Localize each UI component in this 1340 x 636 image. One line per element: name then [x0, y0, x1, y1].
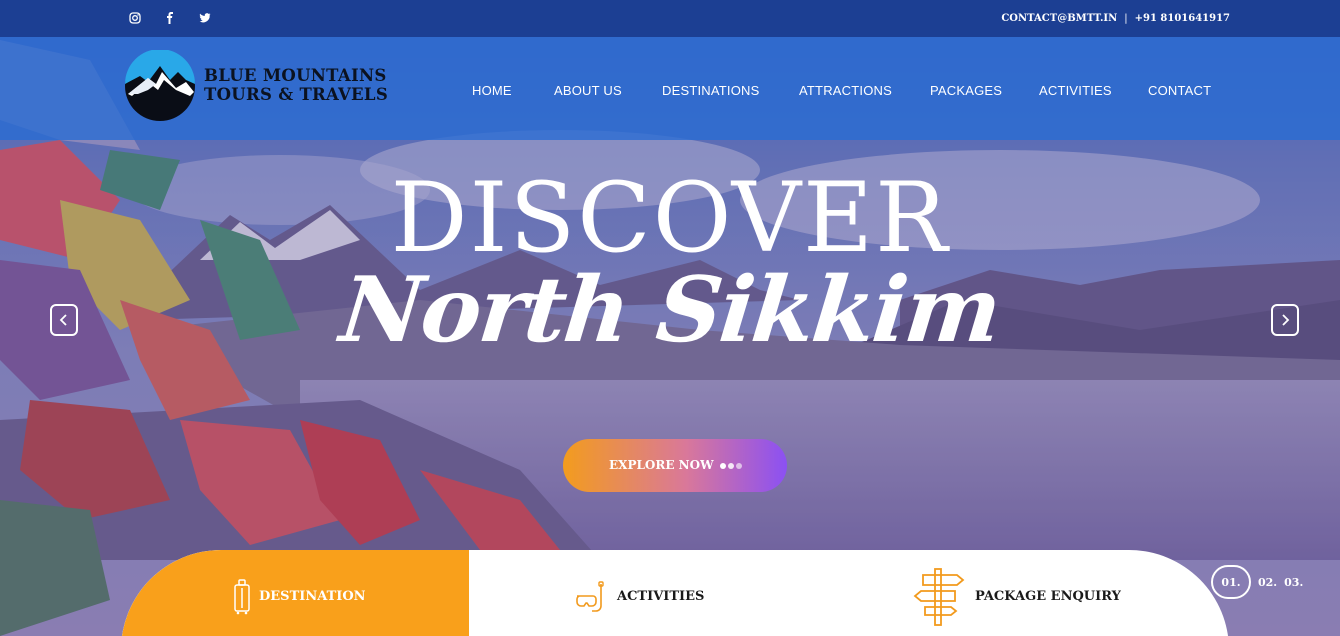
slide-counter: 01. 02. 03.	[1211, 565, 1303, 599]
instagram-icon[interactable]	[128, 11, 142, 25]
tab-package-enquiry[interactable]: PACKAGE ENQUIRY	[913, 550, 1143, 636]
slide-indicator-3[interactable]: 03.	[1284, 576, 1303, 589]
site-header: BLUE MOUNTAINS TOURS & TRAVELS HOME ABOU…	[0, 37, 1340, 140]
tab-destination[interactable]: DESTINATION	[121, 550, 469, 636]
nav-destinations[interactable]: DESTINATIONS	[662, 83, 760, 98]
feature-tabs: DESTINATION ACTIVITIES PACKAGE ENQUIRY	[121, 550, 1229, 636]
slide-indicator-current[interactable]: 01.	[1211, 565, 1251, 599]
slider-prev-button[interactable]	[50, 304, 78, 336]
tab-package-enquiry-label: PACKAGE ENQUIRY	[975, 589, 1121, 604]
nav-about-us[interactable]: ABOUT US	[554, 83, 622, 98]
site-logo[interactable]: BLUE MOUNTAINS TOURS & TRAVELS	[124, 50, 424, 124]
logo-line-1: BLUE MOUNTAINS	[204, 66, 387, 85]
contact-info: CONTACT@BMTT.IN | +91 8101641917	[1001, 13, 1230, 24]
slider-next-button[interactable]	[1271, 304, 1299, 336]
luggage-icon	[234, 579, 250, 615]
facebook-icon[interactable]	[163, 11, 177, 25]
mountain-logo-icon	[125, 50, 195, 121]
nav-activities[interactable]: ACTIVITIES	[1039, 83, 1112, 98]
logo-line-2: TOURS & TRAVELS	[204, 85, 389, 104]
tab-destination-label: DESTINATION	[259, 589, 366, 604]
hero-subtitle: North Sikkim	[335, 257, 1005, 363]
explore-now-button[interactable]: EXPLORE NOW	[563, 439, 787, 492]
logo-text: BLUE MOUNTAINS TOURS & TRAVELS	[204, 66, 388, 104]
contact-phone[interactable]: +91 8101641917	[1135, 13, 1230, 24]
nav-packages[interactable]: PACKAGES	[930, 83, 1002, 98]
chevron-left-icon	[59, 314, 67, 326]
tab-activities-label: ACTIVITIES	[617, 589, 705, 604]
signpost-icon	[913, 568, 965, 626]
dots-icon	[720, 463, 742, 469]
nav-contact[interactable]: CONTACT	[1148, 83, 1211, 98]
contact-email[interactable]: CONTACT@BMTT.IN	[1001, 13, 1117, 24]
top-bar: CONTACT@BMTT.IN | +91 8101641917	[0, 0, 1340, 37]
tab-activities[interactable]: ACTIVITIES	[573, 550, 733, 636]
explore-now-label: EXPLORE NOW	[609, 458, 714, 472]
chevron-right-icon	[1282, 314, 1290, 326]
nav-attractions[interactable]: ATTRACTIONS	[799, 83, 892, 98]
contact-separator: |	[1124, 13, 1128, 24]
slide-indicator-2[interactable]: 02.	[1258, 576, 1277, 589]
snorkel-mask-icon	[576, 581, 604, 612]
twitter-icon[interactable]	[198, 11, 212, 25]
nav-home[interactable]: HOME	[472, 83, 512, 98]
